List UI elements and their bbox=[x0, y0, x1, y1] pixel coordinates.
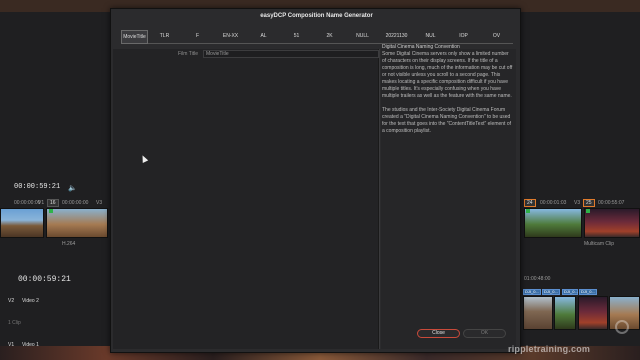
right-strip-tc1: 00:00:01:03 bbox=[540, 200, 567, 206]
right-strip-tc2: 00:00:55:07 bbox=[598, 200, 625, 206]
timeline-clip-thumb[interactable] bbox=[523, 296, 553, 330]
right-strip-v1: V3 bbox=[574, 200, 581, 206]
token-rating[interactable]: AL bbox=[247, 30, 280, 44]
token-movietitle[interactable]: MovieTitle bbox=[121, 30, 148, 44]
codec-label: H.264 bbox=[62, 241, 76, 247]
right-strip-badge2: 25 bbox=[583, 199, 595, 207]
token-studio[interactable]: NULL bbox=[346, 30, 379, 44]
timeline-clip-thumb[interactable] bbox=[578, 296, 608, 330]
media-thumbnail[interactable] bbox=[46, 208, 108, 238]
viewer-timecode: 00:00:59:21 bbox=[14, 183, 61, 191]
timeline-clip[interactable]: DJI_0... bbox=[579, 289, 597, 295]
media-thumbnail[interactable] bbox=[584, 208, 640, 238]
film-title-label: Film Title bbox=[178, 51, 198, 57]
close-button[interactable]: Close bbox=[417, 329, 460, 338]
token-f[interactable]: F bbox=[181, 30, 214, 44]
flag-icon bbox=[526, 209, 530, 213]
film-title-input[interactable]: MovieTitle bbox=[203, 50, 379, 58]
flag-icon bbox=[49, 209, 53, 213]
token-audio[interactable]: 51 bbox=[280, 30, 313, 44]
track-clip-count: 1 Clip bbox=[8, 320, 21, 326]
left-strip-tc1: 00:00:00:00 bbox=[14, 200, 41, 206]
logo-icon bbox=[615, 320, 629, 334]
token-facility[interactable]: NUL bbox=[414, 30, 447, 44]
token-language[interactable]: EN-XX bbox=[214, 30, 247, 44]
token-resolution[interactable]: 2K bbox=[313, 30, 346, 44]
media-thumbnail[interactable] bbox=[524, 208, 582, 238]
left-strip-badge: 16 bbox=[47, 199, 59, 207]
timeline-clip[interactable]: DJI_0... bbox=[542, 289, 560, 295]
flag-icon bbox=[586, 209, 590, 213]
media-thumbnail[interactable] bbox=[0, 208, 44, 238]
timeline-clip[interactable]: DJI_0... bbox=[523, 289, 541, 295]
left-strip-tc2: 00:00:00:00 bbox=[62, 200, 89, 206]
editor-area bbox=[113, 49, 379, 349]
track-id-v2: V2 bbox=[8, 298, 15, 304]
timeline-clip[interactable]: DJI_0... bbox=[562, 289, 578, 295]
token-date[interactable]: 20221130 bbox=[379, 30, 414, 44]
info-paragraph-2: The studios and the Inter-Society Digita… bbox=[382, 107, 511, 134]
clip-name-label: Multicam Clip bbox=[584, 241, 615, 247]
ruler-timecode: 01:00:48:00 bbox=[524, 276, 551, 282]
dialog-title: easyDCP Composition Name Generator bbox=[260, 13, 373, 19]
panel-divider bbox=[379, 49, 380, 349]
ok-button[interactable]: OK bbox=[463, 329, 506, 338]
left-strip-v3: V3 bbox=[96, 200, 103, 206]
right-strip-badge1: 24 bbox=[524, 199, 536, 207]
composition-name-dialog: easyDCP Composition Name Generator Movie… bbox=[110, 8, 521, 353]
token-tlr[interactable]: TLR bbox=[148, 30, 181, 44]
timeline-clip-thumb[interactable] bbox=[554, 296, 576, 330]
info-heading: Digital Cinema Naming Convention bbox=[382, 44, 460, 50]
token-package-type[interactable]: OV bbox=[480, 30, 513, 44]
token-bar: MovieTitle TLR F EN-XX AL 51 2K NULL 202… bbox=[121, 30, 521, 44]
watermark: rippletraining.com bbox=[508, 344, 591, 354]
timeline-timecode: 00:00:59:21 bbox=[18, 275, 71, 284]
token-standard[interactable]: IOP bbox=[447, 30, 480, 44]
info-paragraph-1: Some Digital Cinema servers only show a … bbox=[382, 51, 513, 99]
info-text: Some Digital Cinema servers only show a … bbox=[382, 51, 514, 142]
track-name-v2: Video 2 bbox=[22, 298, 39, 304]
left-strip-v1: V1 bbox=[38, 200, 45, 206]
speaker-icon[interactable]: 🔈 bbox=[68, 184, 77, 192]
